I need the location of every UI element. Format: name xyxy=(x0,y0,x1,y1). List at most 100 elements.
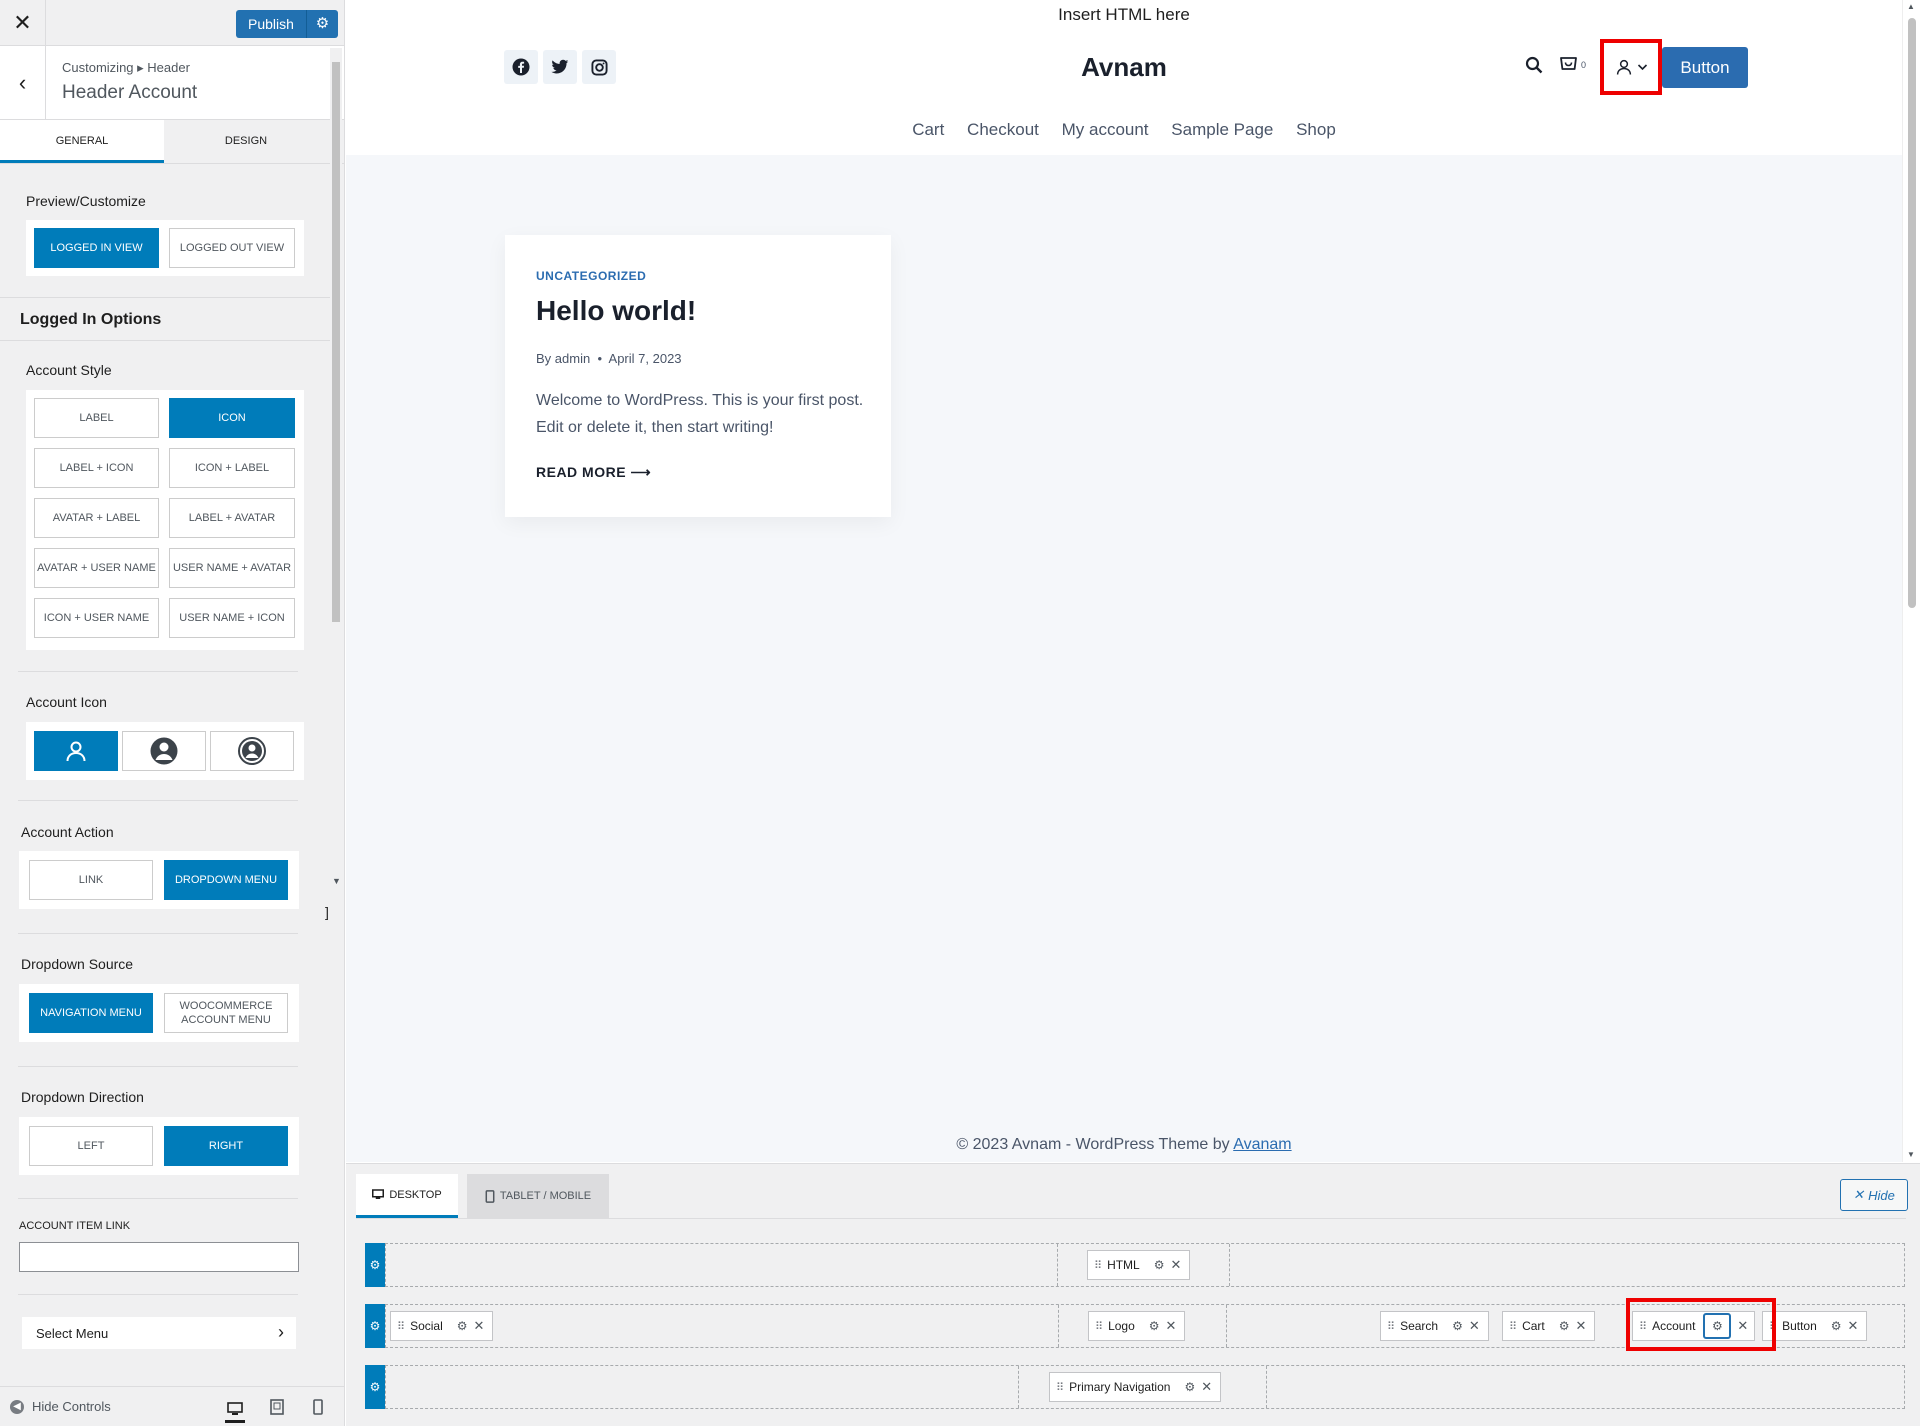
scroll-down-arrow-icon[interactable]: ▼ xyxy=(332,876,341,886)
hide-builder-button[interactable]: ✕ Hide xyxy=(1840,1179,1908,1211)
zone-divider xyxy=(1057,1244,1058,1286)
remove-icon[interactable]: ✕ xyxy=(1171,1257,1182,1273)
style-avatar-label-button[interactable]: AVATAR + LABEL xyxy=(34,498,159,538)
read-more-link[interactable]: READ MORE ⟶ xyxy=(536,464,651,481)
tablet-icon xyxy=(485,1189,495,1203)
action-dropdown-menu-button[interactable]: DROPDOWN MENU xyxy=(164,860,288,900)
scroll-down-arrow-icon[interactable]: ▼ xyxy=(1907,1150,1915,1159)
nav-item-sample-page[interactable]: Sample Page xyxy=(1171,120,1273,139)
source-woocommerce-account-menu-button[interactable]: WOOCOMMERCE ACCOUNT MENU xyxy=(164,993,288,1033)
gear-icon[interactable]: ⚙ xyxy=(1452,1319,1463,1333)
tab-design[interactable]: DESIGN xyxy=(164,120,328,163)
person-circle-outline-icon-option[interactable] xyxy=(210,731,294,771)
gear-icon[interactable]: ⚙ xyxy=(1149,1319,1160,1333)
builder-item-html[interactable]: ⠿ HTML ⚙ ✕ xyxy=(1087,1250,1191,1280)
builder-item-social[interactable]: ⠿ Social ⚙ ✕ xyxy=(390,1311,494,1341)
mobile-preview-icon[interactable] xyxy=(308,1397,328,1417)
site-footer: © 2023 Avnam - WordPress Theme by Avanam xyxy=(346,1136,1902,1154)
post-date[interactable]: April 7, 2023 xyxy=(609,351,682,366)
back-arrow-icon[interactable]: ‹ xyxy=(0,46,46,120)
panel-header: ‹ Customizing ▸ Header Header Account xyxy=(0,46,344,120)
gear-icon[interactable]: ⚙ xyxy=(1559,1319,1570,1333)
tab-desktop[interactable]: DESKTOP xyxy=(356,1174,458,1218)
style-icon-button[interactable]: ICON xyxy=(169,398,295,438)
arrow-right-icon: ⟶ xyxy=(630,464,652,480)
top-row-dropzone[interactable]: ⠿ HTML ⚙ ✕ xyxy=(385,1243,1905,1287)
style-username-icon-button[interactable]: USER NAME + ICON xyxy=(169,598,295,638)
drag-handle-icon[interactable]: ⠿ xyxy=(1056,1381,1064,1394)
remove-icon[interactable]: ✕ xyxy=(474,1318,485,1334)
select-menu-button[interactable]: Select Menu › xyxy=(22,1317,296,1349)
sidebar-scrollbar[interactable] xyxy=(330,48,342,888)
close-icon[interactable]: ✕ xyxy=(0,0,46,46)
style-avatar-username-button[interactable]: AVATAR + USER NAME xyxy=(34,548,159,588)
drag-handle-icon[interactable]: ⠿ xyxy=(1094,1259,1102,1272)
tab-tablet-mobile[interactable]: TABLET / MOBILE xyxy=(467,1174,609,1218)
remove-icon[interactable]: ✕ xyxy=(1576,1318,1587,1334)
action-link-button[interactable]: LINK xyxy=(29,860,153,900)
direction-left-button[interactable]: LEFT xyxy=(29,1126,153,1166)
style-username-avatar-button[interactable]: USER NAME + AVATAR xyxy=(169,548,295,588)
account-style-panel: LABEL ICON LABEL + ICON ICON + LABEL AVA… xyxy=(26,390,304,650)
gear-icon[interactable]: ⚙ xyxy=(1154,1258,1165,1272)
bottom-row-settings-gear-icon[interactable]: ⚙ xyxy=(365,1365,385,1409)
builder-item-logo[interactable]: ⠿ Logo ⚙ ✕ xyxy=(1088,1311,1186,1341)
main-row-settings-gear-icon[interactable]: ⚙ xyxy=(365,1304,385,1348)
desktop-preview-icon[interactable] xyxy=(225,1397,245,1423)
preview-scrollbar-thumb[interactable] xyxy=(1908,18,1916,608)
tab-general[interactable]: GENERAL xyxy=(0,120,164,163)
tablet-preview-icon[interactable] xyxy=(267,1397,287,1417)
footer-link[interactable]: Avanam xyxy=(1233,1136,1291,1153)
logged-out-view-button[interactable]: LOGGED OUT VIEW xyxy=(169,228,295,268)
remove-icon[interactable]: ✕ xyxy=(1166,1318,1177,1334)
account-action-panel: LINK DROPDOWN MENU xyxy=(19,851,299,909)
remove-icon[interactable]: ✕ xyxy=(1848,1318,1859,1334)
person-circle-icon-option[interactable] xyxy=(122,731,206,771)
remove-icon[interactable]: ✕ xyxy=(1469,1318,1480,1334)
gear-icon[interactable]: ⚙ xyxy=(457,1319,468,1333)
publish-settings-gear-icon[interactable]: ⚙ xyxy=(305,10,338,38)
drag-handle-icon[interactable]: ⠿ xyxy=(1509,1320,1517,1333)
post-title[interactable]: Hello world! xyxy=(536,295,696,327)
account-dropdown-toggle[interactable] xyxy=(1600,39,1662,95)
builder-item-button[interactable]: ⠿ Button ⚙ ✕ xyxy=(1762,1311,1868,1341)
hide-controls-button[interactable]: ◀ Hide Controls xyxy=(10,1399,111,1414)
builder-item-cart[interactable]: ⠿ Cart ⚙ ✕ xyxy=(1502,1311,1596,1341)
drag-handle-icon[interactable]: ⠿ xyxy=(397,1320,405,1333)
style-icon-username-button[interactable]: ICON + USER NAME xyxy=(34,598,159,638)
logged-in-view-button[interactable]: LOGGED IN VIEW xyxy=(34,228,159,268)
style-label-button[interactable]: LABEL xyxy=(34,398,159,438)
top-row-settings-gear-icon[interactable]: ⚙ xyxy=(365,1243,385,1287)
header-button[interactable]: Button xyxy=(1662,47,1748,88)
gear-icon[interactable]: ⚙ xyxy=(1184,1380,1195,1394)
nav-item-checkout[interactable]: Checkout xyxy=(967,120,1039,139)
builder-item-search[interactable]: ⠿ Search ⚙ ✕ xyxy=(1380,1311,1489,1341)
resize-handle-icon[interactable]: ] xyxy=(325,904,329,920)
style-icon-label-button[interactable]: ICON + LABEL xyxy=(169,448,295,488)
drag-handle-icon[interactable]: ⠿ xyxy=(1387,1320,1395,1333)
scroll-up-arrow-icon[interactable]: ▲ xyxy=(1907,2,1915,11)
post-category[interactable]: UNCATEGORIZED xyxy=(536,269,646,283)
person-outline-icon-option[interactable] xyxy=(34,731,118,771)
preview-scrollbar[interactable]: ▲ ▼ xyxy=(1902,0,1920,1162)
post-excerpt: Welcome to WordPress. This is your first… xyxy=(536,392,864,436)
drag-handle-icon[interactable]: ⠿ xyxy=(1095,1320,1103,1333)
cart-button[interactable]: 0 xyxy=(1559,56,1586,74)
style-label-icon-button[interactable]: LABEL + ICON xyxy=(34,448,159,488)
sidebar-scrollbar-thumb[interactable] xyxy=(332,62,340,622)
account-item-link-input[interactable] xyxy=(19,1242,299,1272)
builder-item-label: Button xyxy=(1782,1319,1817,1333)
style-label-avatar-button[interactable]: LABEL + AVATAR xyxy=(169,498,295,538)
remove-icon[interactable]: ✕ xyxy=(1201,1379,1212,1395)
publish-button[interactable]: Publish xyxy=(236,10,306,38)
builder-item-primary-navigation[interactable]: ⠿ Primary Navigation ⚙ ✕ xyxy=(1049,1372,1222,1402)
post-author[interactable]: admin xyxy=(555,351,590,366)
search-icon[interactable] xyxy=(1525,56,1543,74)
nav-item-my-account[interactable]: My account xyxy=(1062,120,1149,139)
nav-item-cart[interactable]: Cart xyxy=(912,120,944,139)
nav-item-shop[interactable]: Shop xyxy=(1296,120,1336,139)
source-navigation-menu-button[interactable]: NAVIGATION MENU xyxy=(29,993,153,1033)
bottom-row-dropzone[interactable]: ⠿ Primary Navigation ⚙ ✕ xyxy=(385,1365,1905,1409)
direction-right-button[interactable]: RIGHT xyxy=(164,1126,288,1166)
gear-icon[interactable]: ⚙ xyxy=(1831,1319,1842,1333)
